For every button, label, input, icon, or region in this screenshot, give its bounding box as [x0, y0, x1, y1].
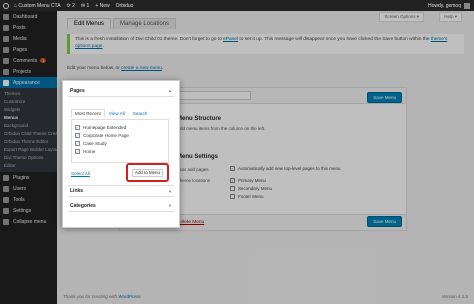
add-to-menu-button[interactable]: Add to Menu: [132, 169, 163, 177]
updates-link[interactable]: ⟳ 2: [67, 3, 75, 9]
pages-accordion-header[interactable]: Pages ▲: [68, 85, 174, 97]
site-name-link[interactable]: ⌂ Custom Menu CTA: [14, 3, 61, 9]
comments-link[interactable]: ✉ 1: [81, 3, 89, 9]
page-checkbox[interactable]: ✓: [75, 140, 80, 146]
pages-checklist: ✓ Homepage Extended ✓ Corporate Home Page …: [71, 119, 169, 163]
avatar[interactable]: [464, 2, 470, 9]
add-menu-items-panel: Pages ▲ Most Recent View All Search ✓ Home…: [62, 80, 180, 228]
list-item[interactable]: ✓ Corporate Home Page: [75, 131, 165, 139]
expand-arrow-icon: ▼: [168, 188, 172, 194]
links-accordion-header[interactable]: Links ▼: [68, 185, 174, 197]
page-checkbox[interactable]: ✓: [75, 124, 80, 130]
list-item[interactable]: ✓ Home: [75, 147, 165, 155]
pages-tabs: Most Recent View All Search: [71, 109, 151, 118]
select-all-link[interactable]: Select All: [71, 171, 90, 176]
list-item[interactable]: ✓ Homepage Extended: [75, 123, 165, 131]
expand-arrow-icon: ▼: [168, 203, 172, 208]
theme-link[interactable]: Orbiduo: [116, 3, 134, 9]
howdy-link[interactable]: Howdy, gemoq: [428, 3, 461, 9]
tab-search[interactable]: Search: [129, 109, 152, 118]
wordpress-logo-icon[interactable]: [0, 0, 11, 11]
list-item[interactable]: ✓ Case Study: [75, 139, 165, 147]
add-to-menu-highlight: Add to Menu: [126, 163, 169, 182]
admin-bar: ⌂ Custom Menu CTA ⟳ 2 ✉ 1 + New Orbiduo …: [0, 0, 474, 11]
page-checkbox[interactable]: ✓: [75, 132, 80, 138]
page-checkbox[interactable]: ✓: [75, 148, 80, 154]
tab-view-all[interactable]: View All: [105, 109, 129, 118]
categories-accordion-header[interactable]: Categories ▼: [68, 200, 174, 212]
new-content-link[interactable]: + New: [95, 3, 109, 9]
collapse-arrow-icon: ▲: [168, 88, 172, 93]
tab-most-recent[interactable]: Most Recent: [71, 109, 105, 118]
